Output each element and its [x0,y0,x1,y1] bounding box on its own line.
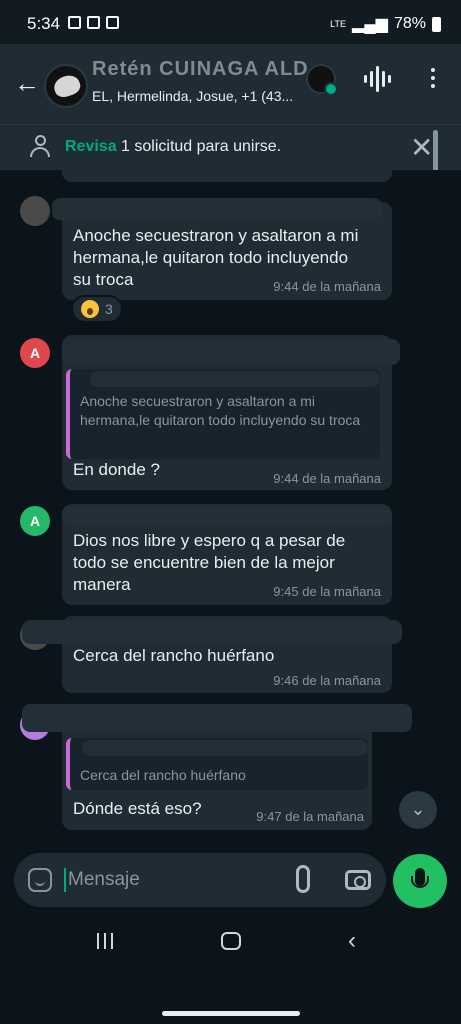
notification-icons [68,16,119,29]
message-text: En donde ? [73,460,160,479]
message-bubble[interactable]: Anoche secuestraron y asaltaron a mi her… [62,335,400,490]
redacted-sender [62,506,392,526]
join-requests-text[interactable]: Revisa 1 solicitud para unirse. [65,138,281,156]
signal-icon: ▂▄▆ [352,16,388,33]
network-label: LTE [330,19,347,29]
chevron-down-icon[interactable]: ⌄ [399,791,437,829]
voice-chat-icon[interactable] [364,64,394,94]
redacted-sender [22,620,402,644]
quoted-message[interactable]: Cerca del rancho huérfano [66,738,368,790]
back-arrow-icon[interactable]: ← [14,68,40,99]
avatar[interactable] [20,196,50,226]
group-title[interactable]: Retén CUINAGA ALD... [92,58,328,81]
message-list[interactable]: 9:39 de la mañana Anoche secuestraron y … [0,170,461,860]
review-link[interactable]: Revisa [65,138,117,155]
group-members[interactable]: EL, Hermelinda, Josue, +1 (43... [92,88,293,104]
composer: Mensaje [0,845,461,915]
redacted-quote-author [82,740,368,756]
redacted-sender [62,339,400,365]
text-cursor [64,868,66,892]
image-notification-icon [87,16,100,29]
person-clock-icon [30,135,52,159]
recent-apps-icon[interactable] [97,933,113,949]
battery-icon [432,16,441,32]
attach-icon[interactable] [296,865,310,893]
quoted-message[interactable]: Anoche secuestraron y asaltaron a mi her… [66,369,380,459]
redacted-quote-author [90,371,380,387]
system-nav-bar: ‹ [0,915,461,1024]
camera-icon[interactable] [345,870,371,890]
home-icon[interactable] [221,932,241,950]
message-time: 9:45 de la mañana [273,584,381,599]
mic-stand [411,876,429,888]
status-right: LTE ▂▄▆ 78% [330,14,441,34]
more-options-icon[interactable] [418,64,448,94]
battery-label: 78% [393,15,426,32]
message-notification-icon [68,16,81,29]
mic-button[interactable] [393,854,447,908]
message-input-container[interactable]: Mensaje [14,853,386,907]
message-time: 9:44 de la mañana [273,279,381,294]
reaction-chip[interactable]: 3 [71,295,123,323]
check-notification-icon [106,16,119,29]
join-requests-label: 1 solicitud para unirse. [116,138,282,155]
message-time: 9:46 de la mañana [273,673,381,688]
community-icon[interactable] [306,64,338,96]
gesture-bar[interactable] [162,1011,300,1016]
message-text: Dónde está eso? [73,799,202,818]
sticker-icon[interactable] [28,868,52,892]
avatar[interactable]: A [20,506,50,536]
message-time: 9:47 de la mañana [256,809,364,824]
verified-check-icon [324,82,338,96]
status-time: 5:34 [27,14,61,33]
message-bubble[interactable]: Cerca del rancho huérfano 9:46 de la mañ… [22,616,402,693]
redacted-sender [52,198,382,220]
join-requests-banner[interactable]: Revisa 1 solicitud para unirse. ✕ [0,124,461,170]
status-bar: 5:34 LTE ▂▄▆ 78% [0,0,461,44]
message-bubble[interactable]: Cerca del rancho huérfano Dónde está eso… [22,704,412,830]
message-bubble[interactable]: 9:39 de la mañana [62,170,392,182]
message-bubble[interactable]: Dios nos libre y espero q a pesar de tod… [62,504,392,605]
reaction-count: 3 [105,301,113,317]
avatar[interactable]: A [20,338,50,368]
quoted-text: Anoche secuestraron y asaltaron a mi her… [80,393,361,428]
redacted-sender [22,704,412,732]
surprised-emoji-icon [81,300,99,318]
group-avatar[interactable] [44,64,88,108]
message-time: 9:44 de la mañana [273,471,381,486]
close-icon[interactable]: ✕ [410,131,433,164]
back-icon[interactable]: ‹ [348,927,356,955]
quoted-text: Cerca del rancho huérfano [80,767,246,783]
message-text: Cerca del rancho huérfano [73,646,275,665]
message-input[interactable]: Mensaje [68,869,140,891]
chat-header[interactable]: ← Retén CUINAGA ALD... EL, Hermelinda, J… [0,44,461,124]
message-bubble[interactable]: Anoche secuestraron y asaltaron a mi her… [52,198,392,300]
